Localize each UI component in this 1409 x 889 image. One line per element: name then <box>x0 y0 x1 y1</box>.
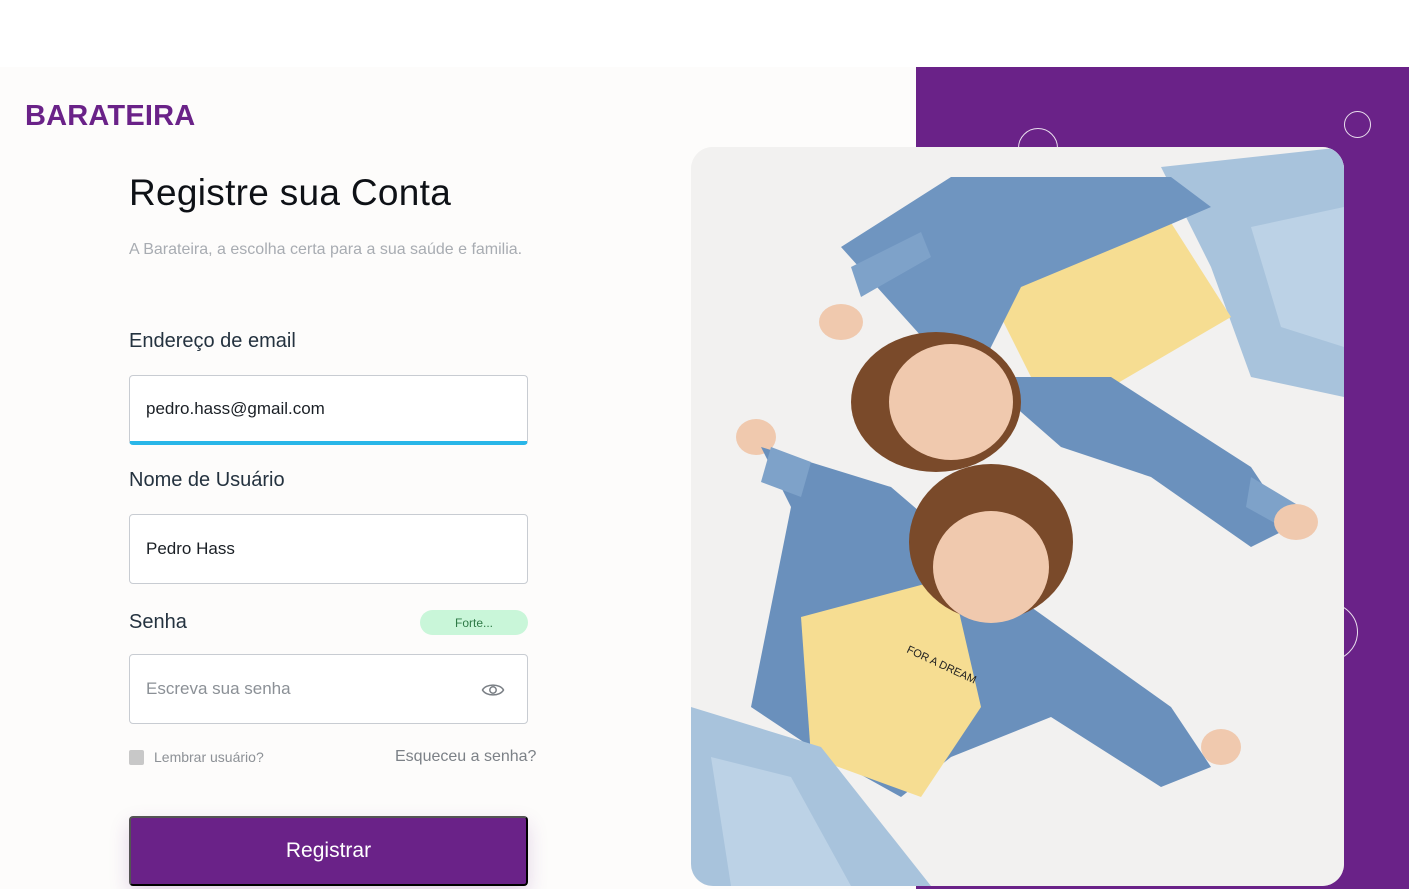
register-button[interactable]: Registrar <box>129 816 528 886</box>
remember-label: Lembrar usuário? <box>154 749 264 765</box>
password-label: Senha <box>129 611 187 633</box>
email-field[interactable] <box>146 398 511 419</box>
remember-checkbox[interactable] <box>129 749 144 765</box>
username-field[interactable] <box>146 539 511 559</box>
hero-photo: FOR A DREAM <box>691 147 1344 886</box>
forgot-password-link[interactable]: Esqueceu a senha? <box>395 748 536 766</box>
username-field-wrapper <box>129 514 528 584</box>
password-field[interactable] <box>146 679 511 699</box>
email-field-wrapper <box>129 375 528 445</box>
username-label: Nome de Usuário <box>129 469 285 491</box>
eye-icon[interactable] <box>481 678 505 702</box>
brand-logo[interactable]: BARATEIRA <box>25 100 195 133</box>
page-title: Registre sua Conta <box>129 172 452 213</box>
password-field-wrapper <box>129 654 528 724</box>
remember-user[interactable]: Lembrar usuário? <box>129 749 264 765</box>
password-strength-badge: Forte... <box>420 610 528 635</box>
email-label: Endereço de email <box>129 330 296 352</box>
children-illustration: FOR A DREAM <box>691 147 1344 886</box>
page-subtitle: A Barateira, a escolha certa para a sua … <box>129 241 523 258</box>
decorative-ring <box>1344 111 1371 138</box>
top-strip <box>0 0 1409 67</box>
